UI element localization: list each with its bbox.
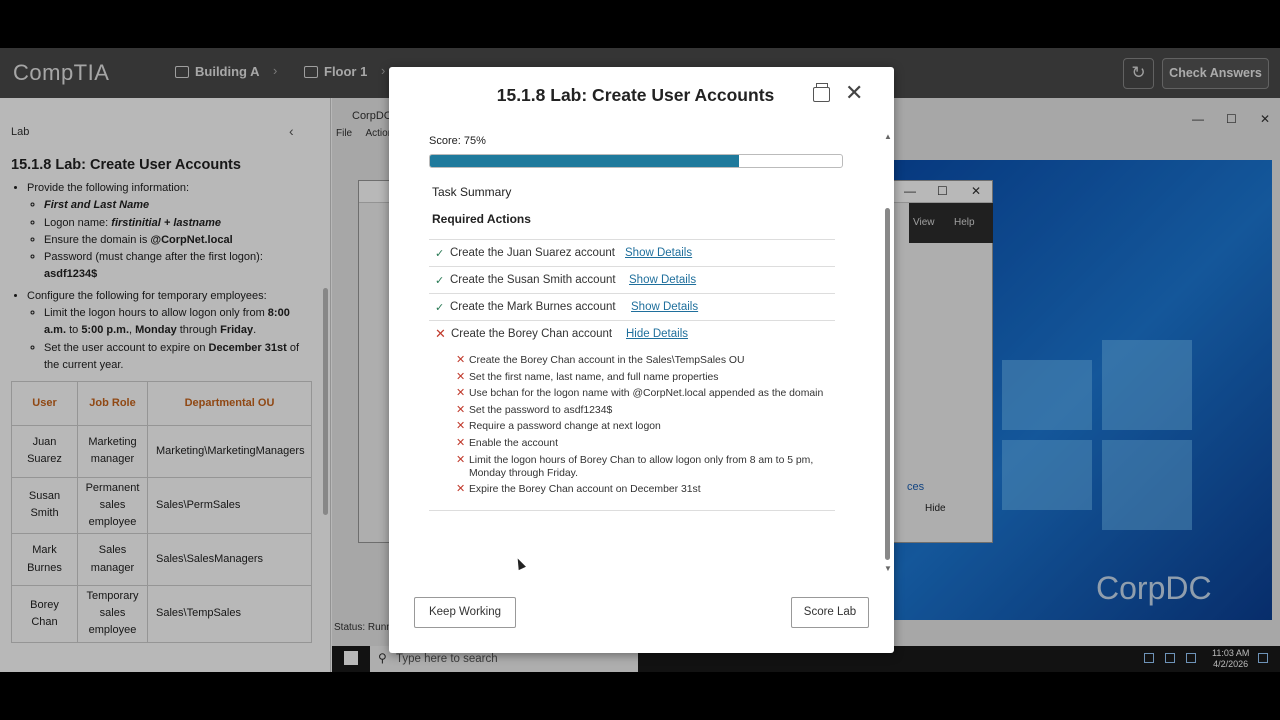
close-icon[interactable]: ✕ [845,82,863,104]
hide-details-link[interactable]: Hide Details [626,328,688,340]
action-label: Create the Mark Burnes account [450,301,616,313]
keep-working-button[interactable]: Keep Working [414,597,516,628]
detail-item: ✕ Use bchan for the logon name with @Corp… [456,387,824,400]
detail-item: ✕ Set the first name, last name, and full… [456,370,719,383]
score-lab-button[interactable]: Score Lab [791,597,869,628]
detail-item: ✕ Create the Borey Chan account in the Sa… [456,354,745,366]
x-icon: ✕ [456,354,466,366]
x-icon: ✕ [456,436,466,449]
action-label: Create the Borey Chan account [451,328,613,340]
x-icon: ✕ [456,370,466,383]
score-progress-fill [430,155,739,167]
x-icon: ✕ [456,453,466,466]
task-summary-heading: Task Summary [432,185,512,199]
action-label: Create the Susan Smith account [450,274,616,286]
x-icon: ✕ [456,483,466,496]
check-icon: ✓ [435,302,445,314]
show-details-link[interactable]: Show Details [631,301,698,313]
list-item: ✓ Create the Susan Smith account Show De… [429,267,835,294]
score-label: Score: 75% [429,135,486,147]
screen: CompTIA Building A › Floor 1 › ↻ Check A… [0,48,1280,672]
detail-item: ✕ Enable the account [456,436,558,449]
action-label: Create the Juan Suarez account [450,247,615,259]
check-icon: ✓ [435,248,445,260]
list-item: ✓ Create the Mark Burnes account Show De… [429,294,835,321]
show-details-link[interactable]: Show Details [629,274,696,286]
score-report-dialog: 15.1.8 Lab: Create User Accounts ✕ Score… [389,67,894,653]
required-actions-list: ✓ Create the Juan Suarez account Show De… [429,239,835,511]
scroll-down-icon[interactable]: ▼ [884,564,892,573]
list-item: ✕ Create the Borey Chan account Hide Det… [429,321,835,348]
x-icon: ✕ [456,387,466,400]
x-icon: ✕ [456,403,466,416]
failed-details-list: ✕ Create the Borey Chan account in the Sa… [429,348,835,511]
x-icon: ✕ [456,420,466,433]
dialog-scrollbar[interactable]: ▲ ▼ [884,132,892,573]
x-icon: ✕ [435,326,446,341]
scroll-up-icon[interactable]: ▲ [884,132,892,141]
score-progress-bar [429,154,843,168]
detail-item: ✕ Require a password change at next logon [456,420,661,433]
show-details-link[interactable]: Show Details [625,247,692,259]
detail-item: ✕ Limit the logon hours of Borey Chan to … [456,453,814,479]
required-actions-heading: Required Actions [432,212,531,226]
detail-item: ✕ Set the password to asdf1234$ [456,403,613,416]
scrollbar-thumb[interactable] [885,208,890,560]
detail-item: ✕ Expire the Borey Chan account on Decemb… [456,483,701,496]
print-icon[interactable] [813,83,830,102]
score-report-content: Score: 75% Task Summary Required Actions… [429,131,887,571]
list-item: ✓ Create the Juan Suarez account Show De… [429,240,835,267]
check-icon: ✓ [435,275,445,287]
